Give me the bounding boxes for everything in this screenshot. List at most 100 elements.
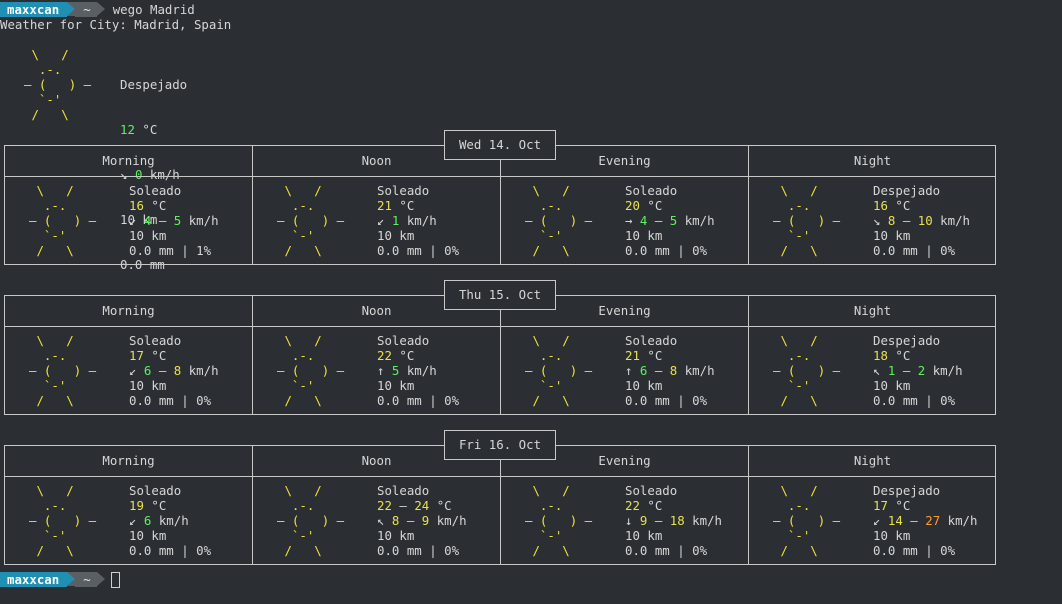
current-temperature: 12 °C — [120, 122, 158, 137]
day-date-label: Thu 15. Oct — [444, 280, 556, 310]
sun-icon: \ / .-. ― ( ) ― `-' / \ — [773, 183, 841, 258]
wind-text: ↙ 6 ― 8 km/h — [129, 363, 219, 378]
precipitation-text: 0.0 mm | 0% — [625, 543, 708, 558]
condition-text: Soleado — [129, 183, 182, 198]
sun-icon: \ / .-. ― ( ) ― `-' / \ — [773, 333, 841, 408]
wind-text: ↙ 1 km/h — [377, 213, 437, 228]
day-table: Morning \ / .-. ― ( ) ― `-' / \ Soleado 19… — [4, 445, 996, 565]
forecast-info: Soleado 16 °C ↙ 4 ― 5 km/h 10 km 0.0 mm | 1% — [129, 183, 219, 258]
sun-icon: \ / .-. ― ( ) ― `-' / \ — [29, 183, 97, 258]
precipitation-text: 0.0 mm | 0% — [873, 393, 956, 408]
condition-text: Soleado — [625, 483, 678, 498]
precipitation-text: 0.0 mm | 0% — [625, 243, 708, 258]
visibility-text: 10 km — [625, 528, 663, 543]
condition-text: Despejado — [873, 183, 941, 198]
condition-text: Soleado — [625, 333, 678, 348]
sun-icon: \ / .-. ― ( ) ― `-' / \ — [525, 183, 593, 258]
temperature-text: 22 ― 24 °C — [377, 498, 452, 513]
condition-text: Despejado — [873, 483, 941, 498]
sun-icon: \ / .-. ― ( ) ― `-' / \ — [29, 333, 97, 408]
visibility-text: 10 km — [625, 228, 663, 243]
sun-icon: \ / .-. ― ( ) ― `-' / \ — [277, 333, 345, 408]
visibility-text: 10 km — [873, 378, 911, 393]
precipitation-text: 0.0 mm | 0% — [377, 243, 460, 258]
forecast-cell: \ / .-. ― ( ) ― `-' / \ Soleado 16 °C ↙ 4 ―… — [5, 183, 252, 263]
forecast-info: Soleado 22 °C ↑ 5 km/h 10 km 0.0 mm | 0% — [377, 333, 459, 408]
condition-text: Soleado — [377, 183, 430, 198]
shell-prompt-final[interactable]: maxxcan ~ — [0, 572, 120, 588]
shell-prompt: maxxcan ~ wego Madrid — [0, 2, 195, 17]
current-condition: Despejado — [120, 77, 188, 92]
prompt-directory: ~ — [75, 572, 97, 587]
wind-text: ↖ 8 ― 9 km/h — [377, 513, 467, 528]
wind-text: ↘ 8 ― 10 km/h — [873, 213, 971, 228]
terminal-window[interactable]: maxxcan ~ wego Madrid Weather for City: … — [0, 0, 1062, 604]
precipitation-text: 0.0 mm | 0% — [377, 543, 460, 558]
day-date-label: Fri 16. Oct — [444, 430, 556, 460]
temperature-text: 16 °C — [129, 198, 167, 213]
forecast-cell: \ / .-. ― ( ) ― `-' / \ Despejado 18 °C ↖ 1… — [749, 333, 996, 413]
forecast-info: Despejado 16 °C ↘ 8 ― 10 km/h 10 km 0.0 mm |… — [873, 183, 970, 258]
forecast-cell: \ / .-. ― ( ) ― `-' / \ Despejado 16 °C ↘ 8… — [749, 183, 996, 263]
sun-icon: \ / .-. ― ( ) ― `-' / \ — [24, 47, 92, 122]
period-title-night: Night — [853, 153, 892, 168]
sun-icon: \ / .-. ― ( ) ― `-' / \ — [525, 333, 593, 408]
period-title-morning: Morning — [102, 303, 155, 318]
visibility-text: 10 km — [873, 528, 911, 543]
forecast-info: Soleado 19 °C ↙ 6 km/h 10 km 0.0 mm | 0% — [129, 483, 211, 558]
forecast-cell: \ / .-. ― ( ) ― `-' / \ Soleado 21 °C ↙ 1 k… — [253, 183, 500, 263]
visibility-text: 10 km — [377, 378, 415, 393]
condition-text: Soleado — [129, 333, 182, 348]
wind-text: ↑ 6 ― 8 km/h — [625, 363, 715, 378]
cursor-icon — [110, 572, 120, 588]
wind-text: ↖ 1 ― 2 km/h — [873, 363, 963, 378]
forecast-info: Despejado 17 °C ↙ 14 ― 27 km/h 10 km 0.0 mm … — [873, 483, 977, 558]
precipitation-text: 0.0 mm | 0% — [129, 543, 212, 558]
condition-text: Soleado — [625, 183, 678, 198]
forecast-info: Soleado 20 °C → 4 ― 5 km/h 10 km 0.0 mm | 0% — [625, 183, 715, 258]
temperature-text: 22 °C — [377, 348, 415, 363]
forecast-info: Soleado 22 ― 24 °C ↖ 8 ― 9 km/h 10 km 0.0 mm… — [377, 483, 467, 558]
precipitation-text: 0.0 mm | 1% — [129, 243, 212, 258]
period-title-morning: Morning — [102, 453, 155, 468]
sun-icon: \ / .-. ― ( ) ― `-' / \ — [525, 483, 593, 558]
precipitation-text: 0.0 mm | 0% — [873, 543, 956, 558]
period-title-morning: Morning — [102, 153, 155, 168]
temperature-text: 21 °C — [377, 198, 415, 213]
visibility-text: 10 km — [129, 528, 167, 543]
condition-text: Soleado — [377, 483, 430, 498]
visibility-text: 10 km — [129, 228, 167, 243]
wind-text: ↙ 14 ― 27 km/h — [873, 513, 978, 528]
forecast-cell: \ / .-. ― ( ) ― `-' / \ Soleado 19 °C ↙ 6 k… — [5, 483, 252, 563]
visibility-text: 10 km — [377, 228, 415, 243]
temperature-text: 17 °C — [129, 348, 167, 363]
wind-text: ↓ 9 ― 18 km/h — [625, 513, 723, 528]
condition-text: Soleado — [377, 333, 430, 348]
sun-icon: \ / .-. ― ( ) ― `-' / \ — [773, 483, 841, 558]
temperature-text: 20 °C — [625, 198, 663, 213]
temperature-text: 17 °C — [873, 498, 911, 513]
command-text: wego Madrid — [112, 2, 195, 17]
prompt-user: maxxcan — [0, 572, 68, 587]
forecast-cell: \ / .-. ― ( ) ― `-' / \ Soleado 22 °C ↑ 5 k… — [253, 333, 500, 413]
day-table: Morning \ / .-. ― ( ) ― `-' / \ Soleado 16… — [4, 145, 996, 265]
prompt-user: maxxcan — [0, 2, 68, 17]
condition-text: Despejado — [873, 333, 941, 348]
prompt-separator-icon — [67, 572, 76, 586]
visibility-text: 10 km — [625, 378, 663, 393]
temperature-text: 22 °C — [625, 498, 663, 513]
period-title-night: Night — [853, 303, 892, 318]
forecast-info: Soleado 22 °C ↓ 9 ― 18 km/h 10 km 0.0 mm | 0… — [625, 483, 722, 558]
forecast-cell: \ / .-. ― ( ) ― `-' / \ Soleado 20 °C → 4 ―… — [501, 183, 748, 263]
wind-text: ↑ 5 km/h — [377, 363, 437, 378]
prompt-separator-icon — [96, 572, 105, 586]
prompt-directory: ~ — [75, 2, 97, 17]
sun-icon: \ / .-. ― ( ) ― `-' / \ — [29, 483, 97, 558]
precipitation-text: 0.0 mm | 0% — [625, 393, 708, 408]
sun-icon: \ / .-. ― ( ) ― `-' / \ — [277, 483, 345, 558]
forecast-cell: \ / .-. ― ( ) ― `-' / \ Soleado 17 °C ↙ 6 ―… — [5, 333, 252, 413]
sun-icon: \ / .-. ― ( ) ― `-' / \ — [277, 183, 345, 258]
forecast-info: Soleado 17 °C ↙ 6 ― 8 km/h 10 km 0.0 mm | 0% — [129, 333, 219, 408]
day-table: Morning \ / .-. ― ( ) ― `-' / \ Soleado 17… — [4, 295, 996, 415]
temperature-text: 16 °C — [873, 198, 911, 213]
